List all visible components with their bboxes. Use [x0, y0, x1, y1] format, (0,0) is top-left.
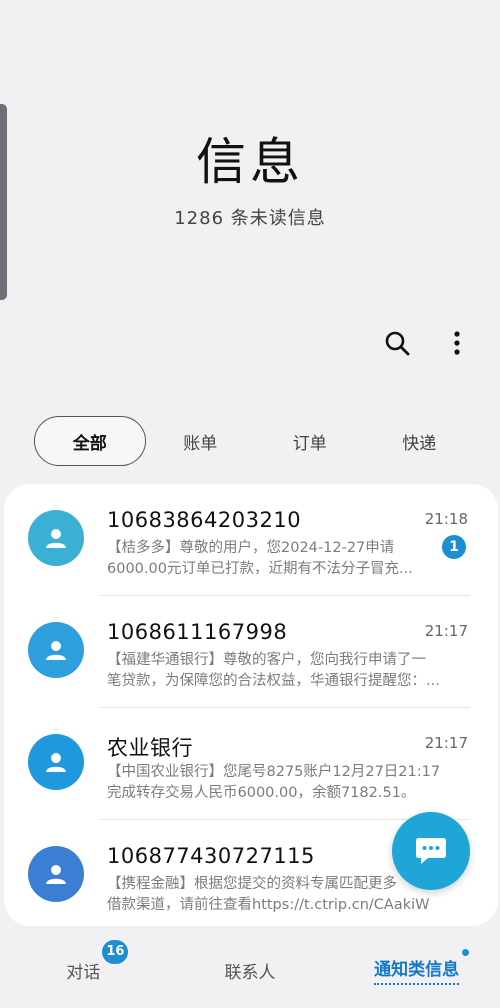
sender-name: 106877430727115: [107, 844, 315, 868]
sender-name: 农业银行: [107, 736, 193, 760]
more-vert-icon: [454, 331, 460, 355]
unread-badge: 1: [442, 535, 466, 559]
sender-name: 1068611167998: [107, 620, 288, 644]
person-icon: [46, 753, 66, 772]
header: 信息 1286 条未读信息: [0, 132, 500, 230]
avatar: [28, 510, 84, 566]
bottom-navigation: 对话 16 联系人 通知类信息: [0, 939, 500, 998]
message-preview: 【福建华通银行】尊敬的客户，您向我行申请了一 笔贷款，为保障您的合法权益，华通银…: [107, 650, 457, 692]
tab-bills[interactable]: 账单: [146, 416, 256, 466]
avatar: [28, 846, 84, 902]
search-icon: [385, 331, 410, 356]
nav-contacts[interactable]: 联系人: [167, 942, 334, 998]
nav-label: 对话 16: [66, 939, 129, 983]
message-row[interactable]: 10683864203210 21:18 【桔多多】尊敬的用户，您2024-12…: [4, 484, 498, 596]
messages-screen: 信息 1286 条未读信息 全部 账单 订单 快递 10683864203210…: [0, 0, 500, 1008]
nav-conversations[interactable]: 对话 16: [0, 939, 167, 998]
sender-name: 10683864203210: [107, 508, 302, 532]
nav-label-text: 对话: [66, 962, 101, 983]
message-preview: 【桔多多】尊敬的用户，您2024-12-27申请 6000.00元订单已打款，近…: [107, 538, 457, 580]
message-time: 21:17: [424, 622, 468, 640]
tab-all[interactable]: 全部: [34, 416, 146, 466]
nav-notifications[interactable]: 通知类信息: [333, 942, 500, 998]
search-button[interactable]: [382, 326, 412, 360]
person-icon: [46, 865, 66, 884]
preview-line: 6000.00元订单已打款，近期有不法分子冒充...: [107, 561, 413, 577]
preview-line: 笔贷款，为保障您的合法权益，华通银行提醒您：...: [107, 673, 440, 689]
message-row[interactable]: 1068611167998 21:17 【福建华通银行】尊敬的客户，您向我行申请…: [4, 596, 498, 708]
message-time: 21:17: [424, 734, 468, 752]
conversation-count-badge: 16: [102, 939, 129, 964]
new-indicator-dot: [462, 949, 470, 956]
preview-line: 借款渠道，请前往查看https://t.ctrip.cn/CAakiW: [107, 897, 430, 913]
avatar: [28, 734, 84, 790]
chat-bubble-icon: [416, 838, 446, 864]
nav-label: 通知类信息: [374, 949, 470, 985]
nav-label-text: 通知类信息: [374, 960, 460, 980]
preview-line: 【桔多多】尊敬的用户，您2024-12-27申请: [107, 540, 395, 556]
preview-line: 完成转存交易人民币6000.00，余额7182.51。: [107, 785, 416, 801]
nav-label: 联系人: [224, 962, 276, 983]
header-actions: [382, 326, 472, 360]
message-preview: 【中国农业银行】您尾号8275账户12月27日21:17 完成转存交易人民币60…: [107, 762, 457, 804]
category-tabs: 全部 账单 订单 快递: [34, 416, 474, 466]
tab-delivery[interactable]: 快递: [365, 416, 475, 466]
page-title: 信息: [196, 133, 304, 191]
message-time: 21:18: [424, 510, 468, 528]
person-icon: [46, 529, 66, 548]
avatar: [28, 622, 84, 678]
preview-line: 【中国农业银行】您尾号8275账户12月27日21:17: [107, 764, 441, 780]
preview-line: 【福建华通银行】尊敬的客户，您向我行申请了一: [107, 652, 426, 668]
person-icon: [46, 641, 66, 660]
message-row[interactable]: 农业银行 21:17 【中国农业银行】您尾号8275账户12月27日21:17 …: [4, 708, 498, 820]
compose-message-button[interactable]: [392, 812, 470, 890]
unread-count-subtitle: 1286 条未读信息: [174, 208, 326, 229]
more-options-button[interactable]: [442, 326, 472, 360]
tab-orders[interactable]: 订单: [255, 416, 365, 466]
